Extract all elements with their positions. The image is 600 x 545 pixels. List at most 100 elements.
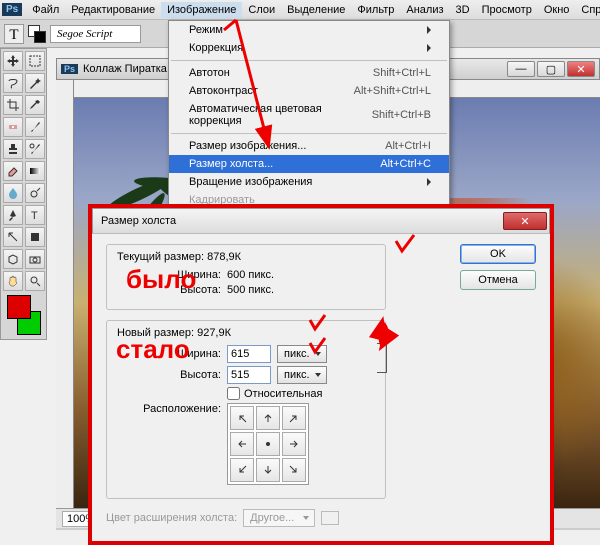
new-width-input[interactable] — [227, 345, 271, 363]
link-icon — [377, 343, 387, 373]
menu-edit[interactable]: Редактирование — [65, 2, 161, 18]
cur-width-value: 600 пикс. — [227, 269, 274, 281]
anchor-se[interactable] — [282, 458, 306, 482]
anchor-nw[interactable] — [230, 406, 254, 430]
move-tool[interactable] — [3, 51, 23, 71]
cancel-button[interactable]: Отмена — [460, 270, 536, 290]
menu-view[interactable]: Просмотр — [476, 2, 538, 18]
doc-ps-icon: Ps — [61, 64, 78, 74]
chevron-right-icon — [427, 26, 431, 34]
menu-bar: Ps Файл Редактирование Изображение Слои … — [0, 0, 600, 20]
toolbox: T — [0, 48, 47, 340]
relative-checkbox[interactable] — [227, 387, 240, 400]
menu-separator — [171, 60, 447, 61]
blur-tool[interactable] — [3, 183, 23, 203]
anchor-sw[interactable] — [230, 458, 254, 482]
menu-layer[interactable]: Слои — [242, 2, 281, 18]
chevron-right-icon — [427, 178, 431, 186]
crop-tool[interactable] — [3, 95, 23, 115]
canvas-size-dialog: Размер холста ✕ OK Отмена Текущий размер… — [92, 208, 550, 541]
menu-filter[interactable]: Фильтр — [351, 2, 400, 18]
menu-select[interactable]: Выделение — [281, 2, 351, 18]
extension-label: Цвет расширения холста: — [106, 512, 237, 524]
menu-window[interactable]: Окно — [538, 2, 576, 18]
marquee-tool[interactable] — [25, 51, 45, 71]
new-height-input[interactable] — [227, 366, 271, 384]
menu-adjustments[interactable]: Коррекция — [169, 39, 449, 57]
color-swatches[interactable] — [3, 293, 45, 337]
app-logo: Ps — [2, 3, 22, 16]
menu-mode[interactable]: Режим — [169, 21, 449, 39]
heal-tool[interactable] — [3, 117, 23, 137]
anchor-c[interactable] — [256, 432, 280, 456]
3d-tool[interactable] — [3, 249, 23, 269]
extension-color-select[interactable]: Другое... — [243, 509, 315, 527]
new-height-label: Высота: — [117, 369, 227, 381]
menu-help[interactable]: Справ — [575, 2, 600, 18]
eraser-tool[interactable] — [3, 161, 23, 181]
ruler-vertical — [56, 80, 74, 508]
height-unit-select[interactable]: пикс. — [277, 366, 327, 384]
dialog-close-button[interactable]: ✕ — [503, 212, 547, 230]
annotation-frame: Размер холста ✕ OK Отмена Текущий размер… — [88, 204, 554, 545]
width-unit-select[interactable]: пикс. — [277, 345, 327, 363]
menu-autocontrast[interactable]: АвтоконтрастAlt+Shift+Ctrl+L — [169, 82, 449, 100]
anchor-ne[interactable] — [282, 406, 306, 430]
camera-tool[interactable] — [25, 249, 45, 269]
minimize-button[interactable]: — — [507, 61, 535, 77]
anchor-s[interactable] — [256, 458, 280, 482]
wand-tool[interactable] — [25, 73, 45, 93]
current-size-heading: Текущий размер: 878,9К — [117, 251, 375, 263]
cur-height-label: Высота: — [117, 284, 227, 296]
current-size-group: Текущий размер: 878,9К Ширина:600 пикс. … — [106, 244, 386, 310]
menu-separator — [171, 133, 447, 134]
menu-autocolor[interactable]: Автоматическая цветовая коррекцияShift+C… — [169, 100, 449, 130]
t-orient-icon[interactable] — [28, 25, 46, 43]
ok-button[interactable]: OK — [460, 244, 536, 264]
stamp-tool[interactable] — [3, 139, 23, 159]
anchor-w[interactable] — [230, 432, 254, 456]
shape-tool[interactable] — [25, 227, 45, 247]
menu-canvas-size[interactable]: Размер холста...Alt+Ctrl+C — [169, 155, 449, 173]
menu-analysis[interactable]: Анализ — [400, 2, 449, 18]
close-button[interactable]: ✕ — [567, 61, 595, 77]
menu-image[interactable]: Изображение — [161, 2, 242, 18]
svg-text:T: T — [31, 210, 38, 222]
anchor-n[interactable] — [256, 406, 280, 430]
dialog-title: Размер холста — [101, 215, 176, 227]
active-tool-icon: T — [4, 24, 24, 44]
menu-rotate[interactable]: Вращение изображения — [169, 173, 449, 191]
maximize-button[interactable]: ▢ — [537, 61, 565, 77]
image-menu-dropdown: Режим Коррекция АвтотонShift+Ctrl+L Авто… — [168, 20, 450, 228]
foreground-color[interactable] — [7, 295, 31, 319]
menu-file[interactable]: Файл — [26, 2, 65, 18]
brush-tool[interactable] — [25, 117, 45, 137]
anchor-e[interactable] — [282, 432, 306, 456]
zoom-tool[interactable] — [25, 271, 45, 291]
extension-color-row: Цвет расширения холста: Другое... — [106, 509, 536, 527]
eyedropper-tool[interactable] — [25, 95, 45, 115]
menu-image-size[interactable]: Размер изображения...Alt+Ctrl+I — [169, 137, 449, 155]
cur-height-value: 500 пикс. — [227, 284, 274, 296]
font-family-select[interactable]: Segoe Script — [50, 25, 141, 43]
lasso-tool[interactable] — [3, 73, 23, 93]
gradient-tool[interactable] — [25, 161, 45, 181]
dialog-titlebar[interactable]: Размер холста ✕ — [92, 208, 550, 234]
anchor-label: Расположение: — [117, 403, 227, 415]
type-tool[interactable]: T — [25, 205, 45, 225]
path-tool[interactable] — [3, 227, 23, 247]
pen-tool[interactable] — [3, 205, 23, 225]
new-size-heading: Новый размер: 927,9К — [117, 327, 375, 339]
menu-autotone[interactable]: АвтотонShift+Ctrl+L — [169, 64, 449, 82]
dodge-tool[interactable] — [25, 183, 45, 203]
new-width-label: Ширина: — [117, 348, 227, 360]
anchor-grid[interactable] — [227, 403, 309, 485]
extension-color-chip[interactable] — [321, 511, 339, 525]
cur-width-label: Ширина: — [117, 269, 227, 281]
hand-tool[interactable] — [3, 271, 23, 291]
menu-3d[interactable]: 3D — [450, 2, 476, 18]
document-title: Коллаж Пиратка — [83, 63, 167, 75]
history-brush-tool[interactable] — [25, 139, 45, 159]
new-size-group: Новый размер: 927,9К Ширина: пикс. Высот… — [106, 320, 386, 499]
chevron-right-icon — [427, 44, 431, 52]
